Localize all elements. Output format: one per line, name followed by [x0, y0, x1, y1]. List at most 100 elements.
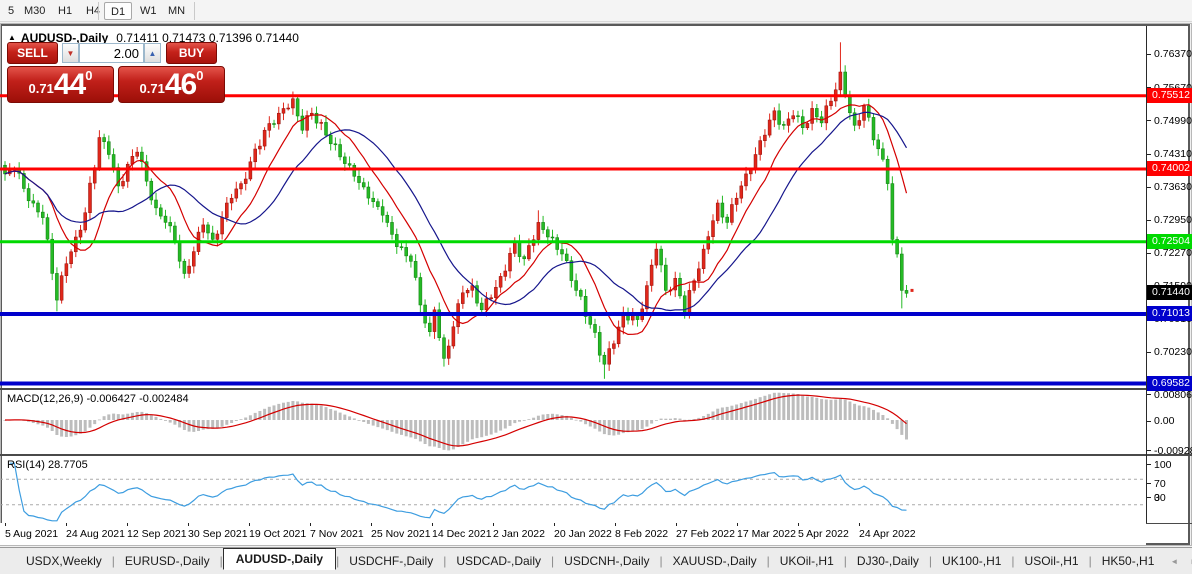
candle-body	[121, 181, 125, 187]
macd-histogram-bar	[461, 420, 465, 445]
buy-price-button[interactable]: 0.71460	[118, 66, 225, 103]
candle-body	[149, 180, 154, 201]
date-axis-label: 17 Mar 2022	[737, 528, 796, 540]
tab-usdcnh-daily[interactable]: USDCNH-,Daily	[554, 551, 659, 571]
macd-histogram-bar	[88, 420, 92, 428]
candle-body	[871, 117, 876, 141]
price-axis-tick	[1147, 154, 1151, 155]
tab-usdcad-daily[interactable]: USDCAD-,Daily	[446, 551, 551, 571]
macd-histogram-bar	[164, 420, 167, 421]
timeframe-m30[interactable]: M30	[18, 2, 51, 20]
volume-decrease-icon[interactable]: ▼	[62, 43, 79, 63]
date-axis-tick	[371, 523, 372, 526]
price-axis[interactable]: 0.763700.756700.749900.743100.736300.729…	[1147, 26, 1192, 545]
macd-histogram-bar	[371, 420, 375, 426]
tab-scroll-left-icon[interactable]: ◄	[1164, 557, 1184, 566]
candle-body	[442, 337, 446, 359]
volume-increase-icon[interactable]: ▲	[144, 43, 161, 63]
price-level-badge[interactable]: 0.72504	[1147, 234, 1192, 249]
candle-body	[649, 264, 654, 286]
macd-histogram-bar	[838, 398, 842, 420]
candle-body	[796, 115, 800, 117]
macd-histogram-bar	[149, 414, 153, 420]
rsi-pane[interactable]	[0, 456, 1146, 523]
tab-usdx-weekly[interactable]: USDX,Weekly	[16, 551, 112, 571]
candle-body	[843, 71, 847, 97]
macd-histogram-bar	[805, 396, 809, 420]
candle-body	[192, 251, 196, 267]
sell-price-button[interactable]: 0.71440	[7, 66, 114, 103]
candle-body	[654, 248, 659, 266]
macd-histogram-bar	[286, 401, 290, 420]
price-level-badge[interactable]: 0.71013	[1147, 306, 1192, 321]
tab-usoil-h1[interactable]: USOil-,H1	[1015, 551, 1089, 571]
timeframe-h1[interactable]: H1	[52, 2, 78, 20]
tab-audusd-daily[interactable]: AUDUSD-,Daily	[222, 548, 337, 570]
volume-input[interactable]	[79, 43, 144, 63]
candle-body	[102, 137, 106, 142]
tab-ukoil-h1[interactable]: UKOil-,H1	[770, 551, 844, 571]
timeframe-w1[interactable]: W1	[134, 2, 163, 20]
candle-body	[328, 134, 333, 145]
candle-body	[513, 241, 517, 254]
macd-histogram-bar	[215, 420, 219, 429]
timeframe-h4[interactable]: H4	[80, 2, 106, 20]
price-axis-tick	[1147, 120, 1151, 121]
symbol-tab-bar: USDX,Weekly | EURUSD-,Daily | AUDUSD-,Daily |…	[0, 547, 1192, 574]
macd-histogram-bar	[456, 420, 460, 447]
pane-separator[interactable]	[0, 388, 1192, 390]
macd-histogram-bar	[357, 420, 361, 421]
candle-body	[338, 144, 342, 158]
date-axis-label: 27 Feb 2022	[676, 528, 735, 540]
price-level-badge[interactable]: 0.75512	[1147, 88, 1192, 103]
candle-body	[380, 206, 385, 216]
macd-histogram-bar	[69, 420, 73, 437]
candle-body	[900, 253, 904, 291]
macd-histogram-bar	[522, 420, 526, 421]
candle-body	[258, 145, 262, 150]
price-axis-label: 0.74990	[1154, 115, 1192, 127]
buy-button[interactable]: BUY	[166, 42, 217, 64]
candle-body	[125, 163, 130, 182]
macd-histogram-bar	[324, 407, 328, 420]
macd-histogram-bar	[791, 393, 795, 420]
price-level-badge[interactable]: 0.74002	[1147, 161, 1192, 176]
date-axis-tick	[737, 523, 738, 526]
tab-hk50-h1[interactable]: HK50-,H1	[1092, 551, 1165, 571]
candle-body	[829, 100, 833, 107]
sell-button[interactable]: SELL	[7, 42, 58, 64]
date-axis[interactable]: 5 Aug 2021 24 Aug 2021 12 Sep 2021 30 Sep 2…	[0, 523, 1146, 545]
macd-histogram-bar	[881, 415, 885, 420]
tab-usdchf-daily[interactable]: USDCHF-,Daily	[339, 551, 443, 571]
expand-panel-icon[interactable]: ▲	[8, 33, 16, 42]
candle-body	[857, 120, 862, 126]
macd-histogram-bar	[319, 405, 323, 420]
macd-histogram-bar	[768, 394, 772, 420]
macd-histogram-bar	[725, 406, 729, 420]
macd-histogram-bar	[348, 416, 352, 420]
pane-separator[interactable]	[0, 454, 1192, 456]
candle-body	[536, 222, 541, 240]
candle-body	[593, 324, 597, 333]
tab-uk100-h1[interactable]: UK100-,H1	[932, 551, 1011, 571]
tab-scroll-right-icon[interactable]: ►	[1184, 557, 1192, 566]
tab-eurusd-daily[interactable]: EURUSD-,Daily	[115, 551, 220, 571]
candle-body	[758, 140, 762, 155]
macd-histogram-bar	[447, 420, 451, 451]
macd-histogram-bar	[338, 412, 342, 420]
macd-histogram-bar	[366, 420, 370, 424]
candle-body	[489, 297, 493, 300]
timeframe-d1[interactable]: D1	[104, 2, 133, 20]
macd-histogram-bar	[787, 393, 790, 420]
date-axis-tick	[493, 523, 494, 526]
macd-histogram-bar	[107, 414, 111, 420]
macd-histogram-bar	[527, 419, 531, 420]
tab-xauusd-daily[interactable]: XAUUSD-,Daily	[663, 551, 767, 571]
timeframe-mn[interactable]: MN	[162, 2, 191, 20]
macd-histogram-bar	[343, 414, 347, 420]
tab-dj30-daily[interactable]: DJ30-,Daily	[847, 551, 929, 571]
sell-price-pip: 0	[85, 68, 93, 83]
trade-marker-icon	[910, 288, 914, 292]
date-axis-tick	[615, 523, 616, 526]
macd-histogram-bar	[305, 403, 309, 420]
